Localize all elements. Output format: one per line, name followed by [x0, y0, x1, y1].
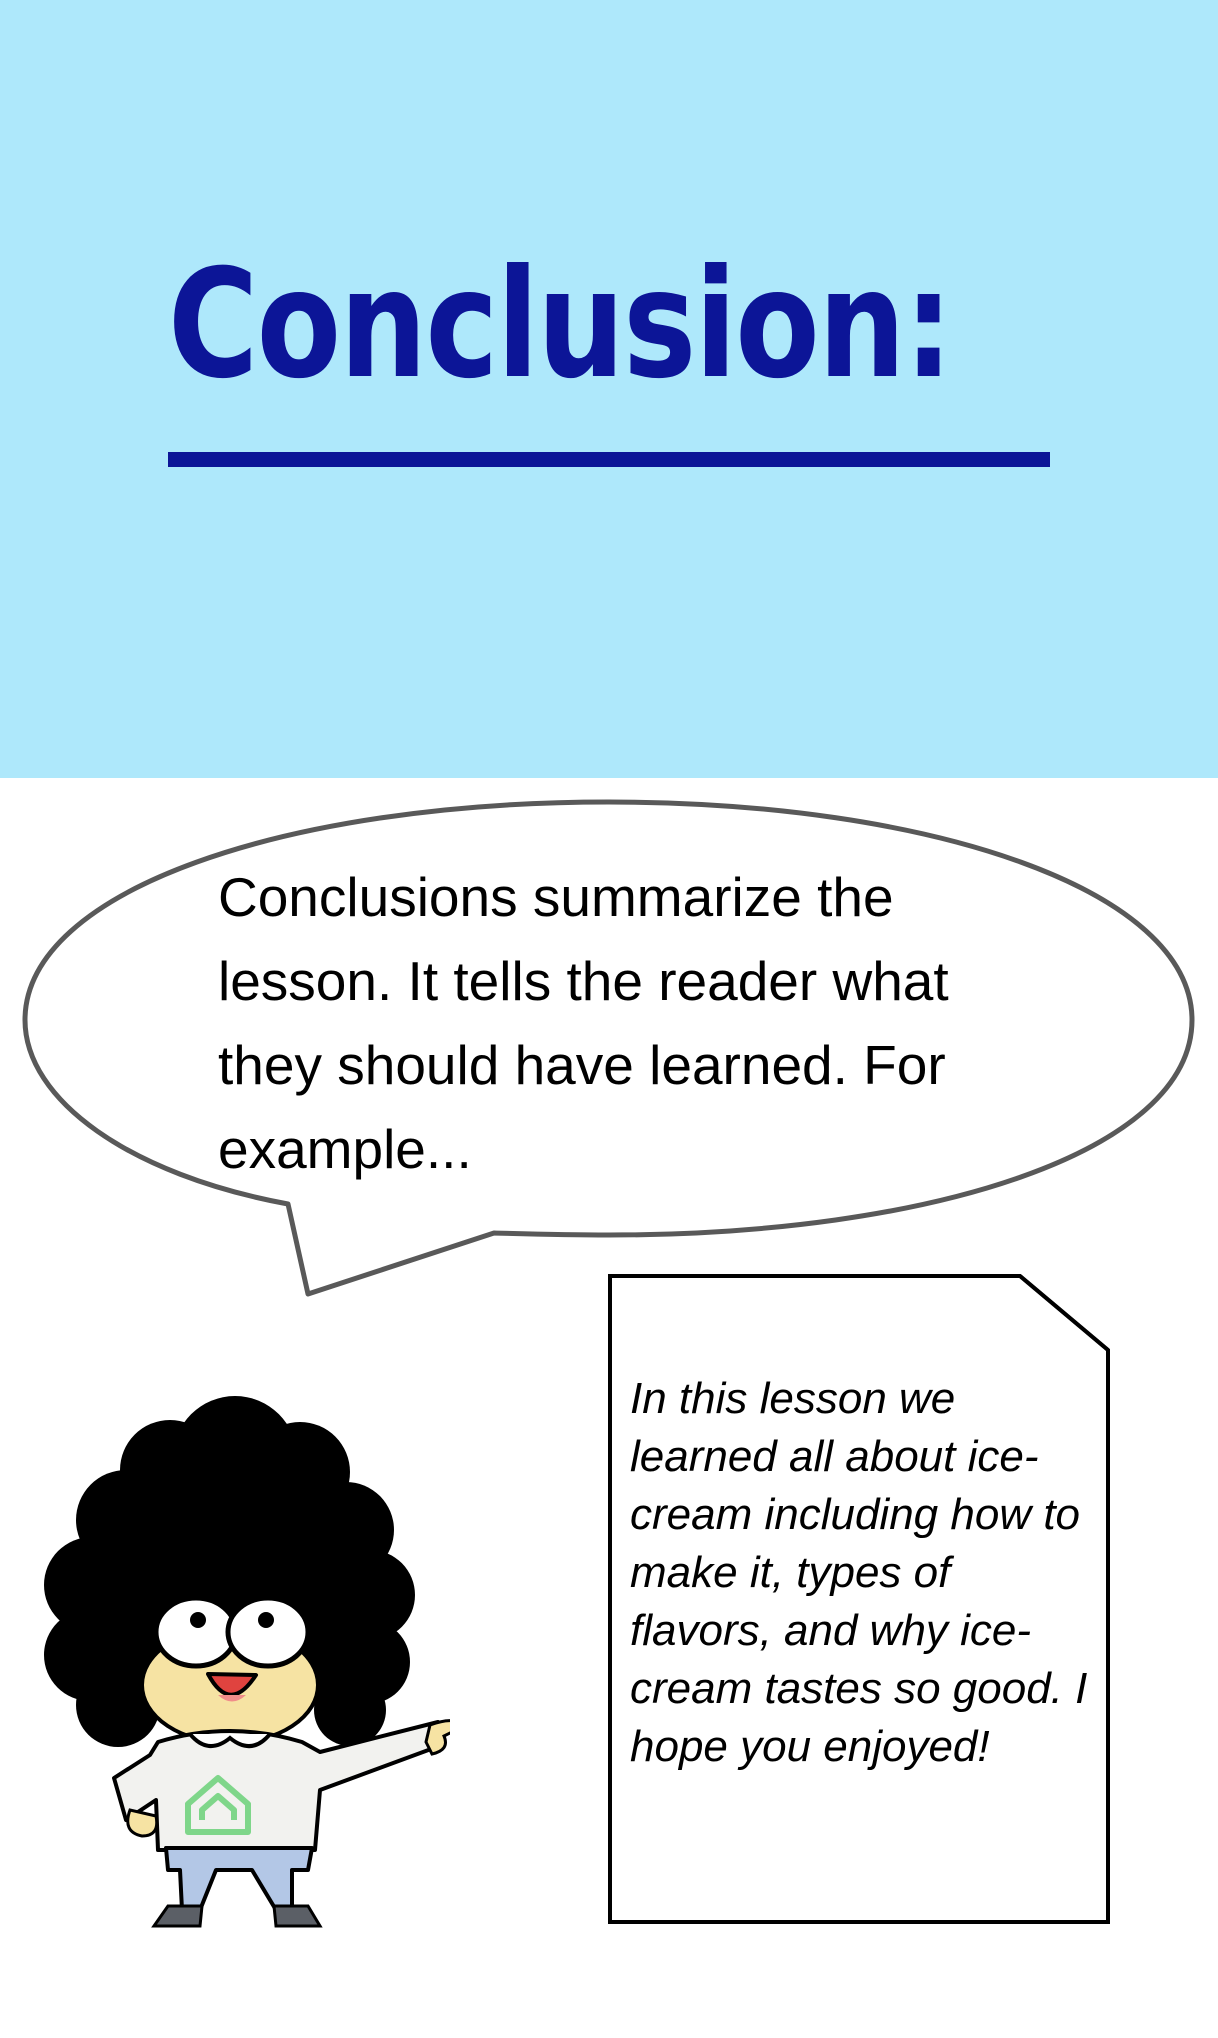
note-text: In this lesson we learned all about ice-… — [630, 1374, 1088, 1771]
slide-title: Conclusion: — [168, 238, 953, 412]
slide-page: Conclusion: Conclusions summarize the le… — [0, 0, 1218, 2038]
speech-bubble-text: Conclusions summarize the lesson. It tel… — [218, 866, 949, 1180]
title-underline — [168, 452, 1050, 467]
cartoon-girl-pointing-illustration — [44, 1396, 450, 1928]
